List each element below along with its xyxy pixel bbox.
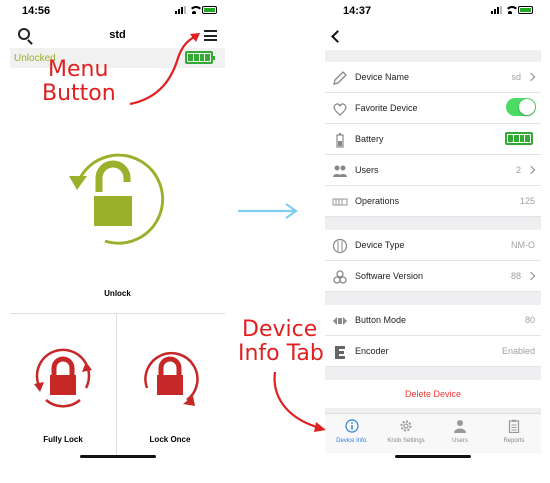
unlock-icon [69,153,165,245]
status-bar: 14:37 [325,0,541,22]
unlock-label: Unlock [104,289,131,298]
menu-button-annotation: Menu Button [42,58,116,106]
row-battery: Battery [325,124,541,155]
favorite-toggle[interactable] [506,98,536,116]
lock-once-label: Lock Once [149,435,191,444]
nav-bar: std [10,24,225,48]
operations-icon [332,198,348,206]
lock-icon [34,348,92,408]
status-time: 14:56 [22,5,51,17]
status-icons [175,6,217,14]
tab-label: Device Info. [336,438,368,444]
row-label: Users [355,165,379,175]
row-value: Enabled [501,346,535,356]
wifi-icon [189,6,203,14]
battery-level-icon [505,132,533,145]
battery-icon [185,51,215,64]
tab-label: Knob Settings [387,438,425,444]
row-device-name[interactable]: Device Name sd [325,62,541,93]
clipboard-icon [508,419,520,433]
tab-label: Reports [503,438,525,444]
battery-status-icon [518,6,533,14]
annotation-line: Menu [48,57,109,82]
gear-icon [400,420,412,432]
row-encoder: Encoder Enabled [325,336,541,367]
row-value: 88 [510,271,521,281]
row-users[interactable]: Users 2 [325,155,541,186]
tab-device-info[interactable]: Device Info. [325,414,379,453]
device-type-icon [332,238,348,254]
section-gap [325,367,541,380]
tab-bar: Device Info. Knob Settings Users Reports [325,413,541,453]
chevron-right-icon [526,271,536,281]
annotation-line: Info Tab [238,341,324,366]
row-software-version[interactable]: Software Version 88 [325,261,541,292]
info-icon [345,419,359,433]
tab-users[interactable]: Users [433,414,487,453]
right-phone-screen: 14:37 Device Name sd Favorite Device Bat… [325,0,541,470]
delete-device-button[interactable]: Delete Device [325,380,541,408]
user-icon [454,420,466,433]
section-gap [325,50,541,62]
row-button-mode: Button Mode 80 [325,305,541,336]
row-value: 125 [519,196,535,206]
annotation-line: Device [242,317,318,342]
status-icons [491,6,533,14]
section-gap [325,217,541,230]
row-label: Device Name [355,72,410,82]
users-icon [333,165,347,177]
battery-outline-icon [336,133,344,148]
device-info-arrow [273,371,321,430]
gears-icon [333,270,347,284]
signal-icon [491,6,502,14]
status-time: 14:37 [343,5,372,17]
tab-label: Users [452,438,468,444]
signal-icon [175,6,186,14]
heart-icon [333,103,347,116]
button-mode-icon [333,317,347,325]
page-title: std [109,29,126,41]
row-label: Operations [355,196,400,206]
chevron-right-icon [526,72,536,82]
menu-icon[interactable] [204,30,217,41]
row-label: Software Version [355,271,424,281]
row-label: Device Type [355,240,405,250]
row-device-type: Device Type NM-O [325,230,541,261]
row-value: 80 [524,315,535,325]
row-label: Battery [355,134,384,144]
wifi-icon [505,6,519,14]
battery-status-icon [202,6,217,14]
chevron-right-icon [526,165,536,175]
row-label: Encoder [355,346,389,356]
lock-once-icon [144,351,199,406]
section-gap [325,292,541,305]
fully-lock-label: Fully Lock [43,435,83,444]
row-value: 2 [515,165,521,175]
status-bar: 14:56 [10,0,225,22]
annotation-line: Button [42,81,116,106]
tab-knob-settings[interactable]: Knob Settings [379,414,433,453]
device-info-annotation: Device Info Tab [238,318,324,366]
home-indicator [80,455,156,458]
pencil-icon [333,71,347,85]
nav-bar [325,24,541,50]
screenshot-root: 14:56 std Unlocked Unlock Fully Lock Loc… [0,0,550,483]
row-favorite-device: Favorite Device [325,93,541,124]
tab-reports[interactable]: Reports [487,414,541,453]
row-operations: Operations 125 [325,186,541,217]
row-value: NM-O [511,240,535,250]
lock-once-button[interactable]: Lock Once [117,314,223,456]
transition-arrow-head [285,203,298,219]
back-chevron-icon[interactable] [331,30,344,43]
encoder-icon [335,346,345,359]
row-label: Favorite Device [355,103,418,113]
lock-actions: Fully Lock Lock Once [10,313,225,455]
row-label: Button Mode [355,315,407,325]
fully-lock-button[interactable]: Fully Lock [10,314,116,456]
row-value: sd [511,72,521,82]
home-indicator [395,455,471,458]
